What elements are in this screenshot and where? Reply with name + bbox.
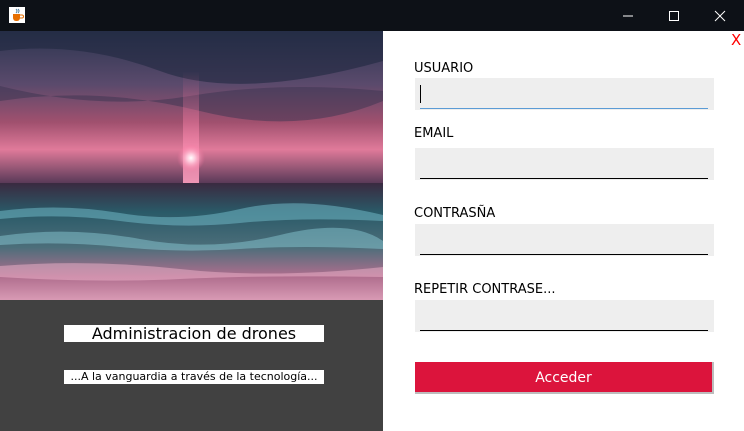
repeat-password-label: REPETIR CONTRASE... (414, 282, 556, 297)
sunset-sea-photo (0, 31, 383, 300)
app-tagline: ...A la vanguardia a través de la tecnol… (64, 370, 324, 384)
close-icon (714, 10, 726, 21)
input-underline (420, 178, 708, 179)
email-input[interactable] (415, 148, 714, 180)
form-close-button[interactable]: X (731, 32, 741, 48)
repeat-password-input[interactable] (415, 300, 714, 332)
minimize-icon (623, 15, 633, 16)
maximize-button[interactable] (651, 0, 697, 31)
window-close-button[interactable] (697, 0, 743, 31)
acceder-button[interactable]: Acceder (415, 362, 714, 394)
java-cup-icon (9, 7, 25, 23)
usuario-input[interactable] (415, 78, 714, 110)
window-titlebar (0, 0, 744, 31)
text-caret (420, 85, 421, 103)
minimize-button[interactable] (605, 0, 651, 31)
password-input[interactable] (415, 224, 714, 256)
app-title: Administracion de drones (64, 325, 324, 342)
input-underline (420, 330, 708, 331)
password-label: CONTRASÑA (414, 206, 496, 221)
input-underline (420, 254, 708, 255)
maximize-icon (669, 10, 679, 21)
usuario-label: USUARIO (414, 61, 474, 76)
email-label: EMAIL (414, 126, 454, 141)
left-panel: Administracion de drones ...A la vanguar… (0, 31, 383, 431)
input-underline (420, 108, 708, 109)
